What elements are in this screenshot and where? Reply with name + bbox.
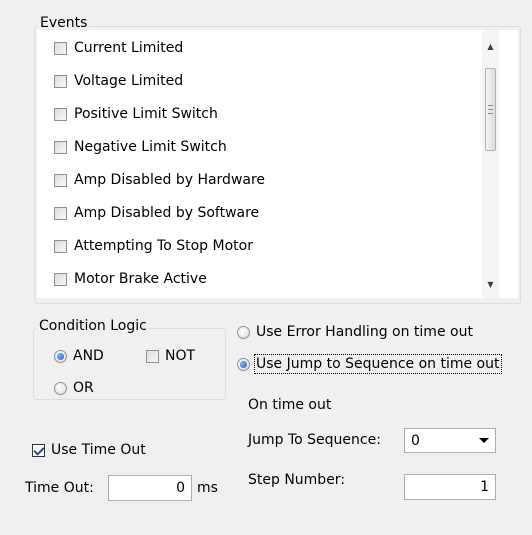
radio-indicator[interactable]: [237, 357, 250, 371]
condition-logic-title: Condition Logic: [37, 318, 149, 334]
event-label: Attempting To Stop Motor: [74, 238, 253, 254]
event-item-current-limited[interactable]: Current Limited: [54, 37, 183, 59]
event-item-attempting-stop-motor[interactable]: Attempting To Stop Motor: [54, 235, 253, 257]
event-label: Negative Limit Switch: [74, 139, 227, 155]
step-number-input[interactable]: 1: [404, 474, 496, 500]
event-checkbox[interactable]: [54, 74, 67, 88]
events-list[interactable]: Current Limited Voltage Limited Positive…: [37, 30, 518, 298]
step-number-label: Step Number:: [248, 472, 346, 488]
timeout-label: Time Out:: [25, 480, 94, 496]
timeout-input[interactable]: 0: [108, 475, 192, 501]
use-timeout-label: Use Time Out: [51, 442, 146, 458]
not-checkbox[interactable]: NOT: [146, 346, 195, 366]
on-timeout-label: On time out: [248, 397, 332, 413]
radio-indicator[interactable]: [54, 349, 67, 363]
and-label: AND: [73, 348, 104, 364]
jump-sequence-radio[interactable]: Use Jump to Sequence on time out: [237, 354, 502, 374]
event-label: Motor Brake Active: [74, 271, 207, 287]
or-label: OR: [73, 380, 94, 396]
event-item-positive-limit-switch[interactable]: Positive Limit Switch: [54, 103, 218, 125]
event-item-motor-brake-active[interactable]: Motor Brake Active: [54, 268, 207, 290]
radio-indicator[interactable]: [237, 325, 250, 339]
events-scrollbar[interactable]: ▲ ▼: [482, 30, 499, 298]
event-checkbox[interactable]: [54, 272, 67, 286]
on-timeout-row: On time out: [248, 395, 331, 415]
jump-sequence-label: Use Jump to Sequence on time out: [254, 354, 502, 374]
scroll-down-button[interactable]: ▼: [482, 276, 499, 293]
use-timeout-checkbox[interactable]: Use Time Out: [32, 440, 146, 460]
event-item-voltage-limited[interactable]: Voltage Limited: [54, 70, 183, 92]
or-radio[interactable]: OR: [54, 378, 94, 398]
jump-to-sequence-label: Jump To Sequence:: [248, 432, 381, 448]
event-item-amp-disabled-hardware[interactable]: Amp Disabled by Hardware: [54, 169, 265, 191]
event-label: Amp Disabled by Hardware: [74, 172, 266, 188]
error-handling-label: Use Error Handling on time out: [256, 324, 473, 340]
and-radio[interactable]: AND: [54, 346, 104, 366]
timeout-unit-row: ms: [197, 478, 218, 498]
timeout-unit: ms: [197, 480, 218, 496]
grip-icon: [488, 105, 493, 114]
timeout-label-row: Time Out:: [25, 478, 94, 498]
event-item-negative-limit-switch[interactable]: Negative Limit Switch: [54, 136, 227, 158]
event-label: Amp Disabled by Software: [74, 205, 260, 221]
event-label: Voltage Limited: [74, 73, 184, 89]
triangle-down-icon: ▼: [487, 280, 494, 289]
radio-indicator[interactable]: [54, 381, 67, 395]
dropdown-value: 0: [411, 432, 420, 449]
scroll-up-button[interactable]: ▲: [482, 38, 499, 55]
event-checkbox[interactable]: [54, 107, 67, 121]
scrollbar-thumb[interactable]: [485, 68, 496, 151]
checkbox-indicator[interactable]: [32, 443, 45, 457]
event-item-amp-disabled-software[interactable]: Amp Disabled by Software: [54, 202, 259, 224]
event-checkbox[interactable]: [54, 41, 67, 55]
event-checkbox[interactable]: [54, 206, 67, 220]
event-checkbox[interactable]: [54, 173, 67, 187]
error-handling-radio[interactable]: Use Error Handling on time out: [237, 322, 473, 342]
not-label: NOT: [165, 348, 196, 364]
event-checkbox[interactable]: [54, 239, 67, 253]
step-number-row: Step Number:: [248, 470, 345, 490]
chevron-down-icon: [479, 438, 489, 443]
events-group-title: Events: [38, 15, 90, 31]
event-label: Positive Limit Switch: [74, 106, 218, 122]
event-checkbox[interactable]: [54, 140, 67, 154]
event-label: Current Limited: [74, 40, 184, 56]
jump-sequence-dropdown[interactable]: 0: [404, 428, 496, 453]
jump-to-sequence-row: Jump To Sequence:: [248, 430, 381, 450]
checkbox-indicator[interactable]: [146, 349, 159, 363]
triangle-up-icon: ▲: [487, 42, 494, 51]
